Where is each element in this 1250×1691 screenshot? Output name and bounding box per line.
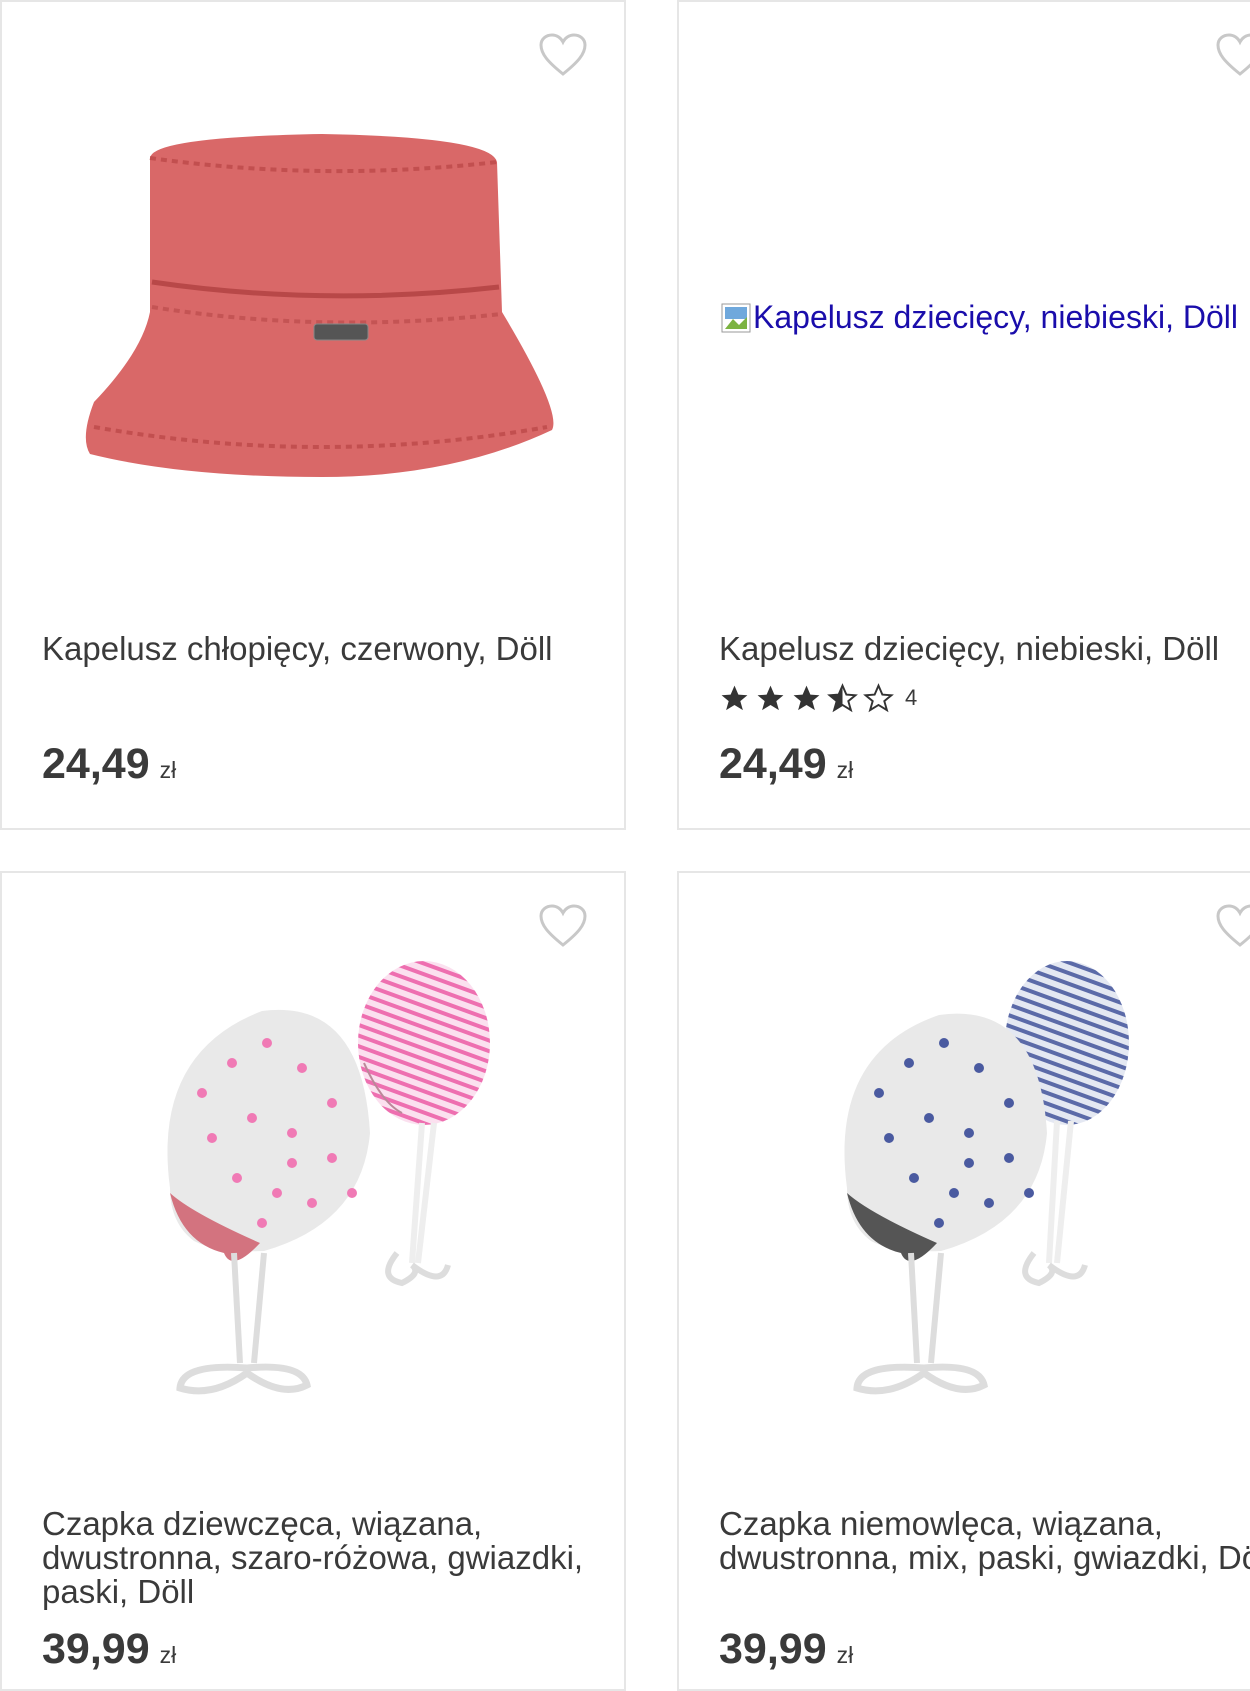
star-full-icon — [757, 685, 784, 710]
product-title[interactable]: Kapelusz dziecięcy, niebieski, Döll — [719, 632, 1250, 666]
star-full-icon — [721, 685, 748, 710]
product-card[interactable]: Kapelusz chłopięcy, czerwony, Döll 24,49… — [0, 0, 626, 830]
price-value: 24,49 — [42, 740, 150, 788]
rating-count: 4 — [905, 685, 918, 710]
product-card[interactable]: Kapelusz dziecięcy, niebieski, Döll Kape… — [677, 0, 1250, 830]
product-image[interactable] — [2, 82, 624, 562]
product-title[interactable]: Czapka dziewczęca, wiązana, dwustronna, … — [42, 1507, 602, 1609]
product-card[interactable]: Czapka dziewczęca, wiązana, dwustronna, … — [0, 871, 626, 1691]
price-currency: zł — [159, 757, 177, 783]
product-image-broken[interactable]: Kapelusz dziecięcy, niebieski, Döll — [721, 299, 1238, 336]
price-currency: zł — [836, 757, 854, 783]
product-title[interactable]: Kapelusz chłopięcy, czerwony, Döll — [42, 632, 602, 666]
product-card[interactable]: Czapka niemowlęca, wiązana, dwustronna, … — [677, 871, 1250, 1691]
price-value: 39,99 — [42, 1625, 150, 1673]
product-image[interactable] — [2, 893, 624, 1413]
price-value: 39,99 — [719, 1625, 827, 1673]
favorite-heart-icon[interactable] — [1215, 32, 1250, 78]
product-rating: 4 — [719, 682, 917, 714]
star-half-icon — [827, 682, 858, 712]
broken-image-icon — [721, 303, 751, 332]
product-title[interactable]: Czapka niemowlęca, wiązana, dwustronna, … — [719, 1507, 1250, 1575]
price-currency: zł — [836, 1642, 854, 1668]
product-price: 24,49 zł — [719, 740, 853, 789]
image-alt-text: Kapelusz dziecięcy, niebieski, Döll — [753, 299, 1238, 335]
price-value: 24,49 — [719, 740, 827, 788]
favorite-heart-icon[interactable] — [538, 32, 588, 78]
product-price: 39,99 zł — [42, 1625, 176, 1674]
price-currency: zł — [159, 1642, 177, 1668]
star-full-icon — [793, 685, 820, 710]
product-price: 39,99 zł — [719, 1625, 853, 1674]
product-price: 24,49 zł — [42, 740, 176, 789]
product-image[interactable] — [679, 893, 1250, 1413]
star-empty-icon — [863, 682, 894, 712]
